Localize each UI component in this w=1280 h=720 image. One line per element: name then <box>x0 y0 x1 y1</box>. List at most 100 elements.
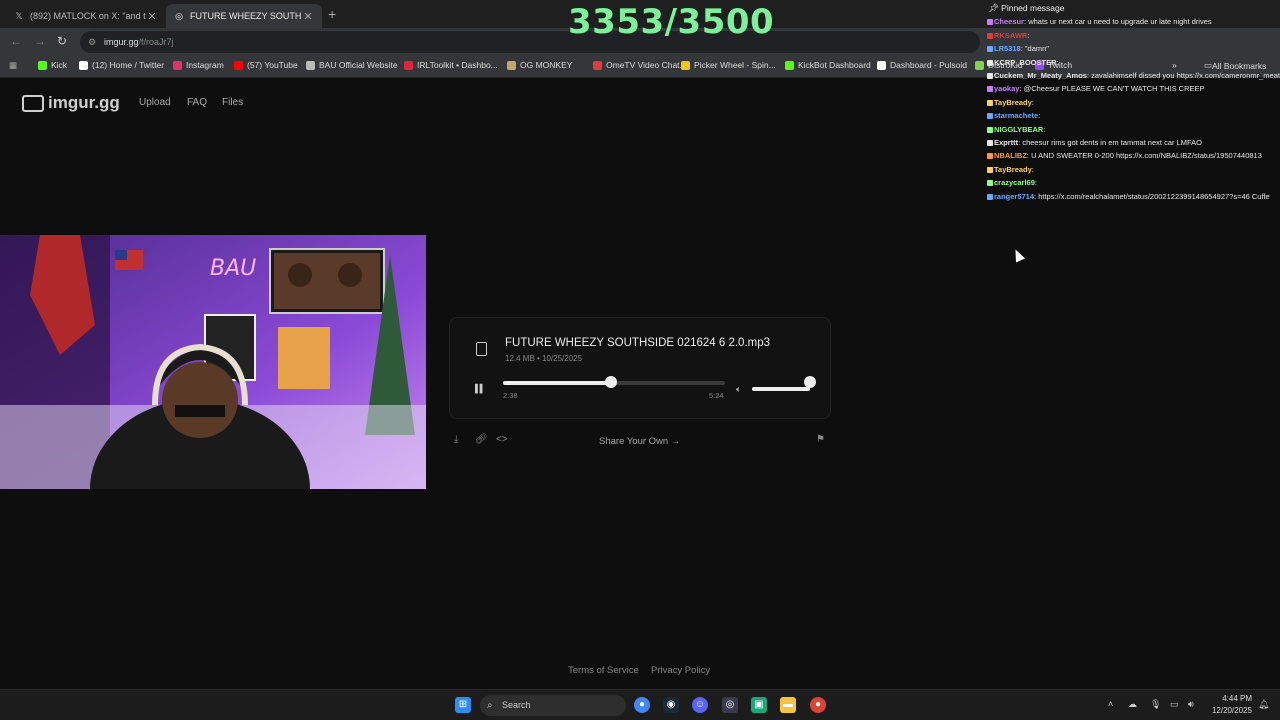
bookmark-favicon-icon <box>681 60 690 70</box>
nav-files[interactable]: Files <box>222 97 243 108</box>
volume-knob[interactable] <box>804 376 816 388</box>
chat-badge-icon <box>987 73 993 80</box>
chat-badge-icon <box>987 180 993 187</box>
chrome-icon[interactable]: ● <box>634 697 650 713</box>
file-explorer-icon[interactable]: ▬ <box>780 697 796 713</box>
onedrive-icon[interactable]: ☁ <box>1128 699 1137 710</box>
bookmark-item[interactable]: Kick <box>38 60 67 70</box>
chat-separator: : <box>1043 124 1046 134</box>
bookmark-item[interactable]: Instagram <box>173 60 224 70</box>
goal-counter: 3353/3500 <box>568 2 775 42</box>
chat-overlay: 📌︎ Pinned message Cheesur: whats ur next… <box>984 2 1280 227</box>
volume-track[interactable] <box>752 387 810 391</box>
discord-icon[interactable]: ☺ <box>692 697 708 713</box>
chat-badge-icon <box>987 46 993 53</box>
bookmark-item[interactable]: Picker Wheel - Spin... <box>681 60 776 70</box>
taskbar-clock[interactable]: 4:44 PM 12/20/2025 <box>1208 693 1252 717</box>
report-flag-icon[interactable]: ⚑ <box>816 434 825 445</box>
obs-icon[interactable]: ◎ <box>722 697 738 713</box>
bookmark-item[interactable]: IRLToolkit • Dashbo... <box>404 60 498 70</box>
pause-icon[interactable]: ▌▌ <box>475 384 485 393</box>
chat-username[interactable]: LR5318 <box>994 44 1021 53</box>
terms-link[interactable]: Terms of Service <box>568 665 639 676</box>
share-your-own-link[interactable]: Share Your Own → <box>599 436 680 447</box>
globe-icon: ◎ <box>175 11 183 21</box>
bookmark-item[interactable]: (57) YouTube <box>234 60 298 70</box>
chat-username[interactable]: Exprttt <box>994 138 1018 147</box>
windows-taskbar: ⊞ ⌕ Search ● ◉ ☺ ◎ ▣ ▬ ● ˄ ☁ 🎙︎ ▭ 🔊︎ 4:4… <box>0 689 1280 720</box>
apps-grid-icon[interactable]: ▦ <box>9 60 17 71</box>
current-time: 2:38 <box>503 391 518 400</box>
chat-text: cheesur rims got dents in em tammat next… <box>1022 138 1202 148</box>
bookmark-item[interactable]: (12) Home / Twitter <box>79 60 164 70</box>
chat-message-list: Cheesur: whats ur next car u need to upg… <box>984 15 1280 203</box>
chat-username[interactable]: yaokay <box>994 84 1019 93</box>
chat-badge-icon <box>987 59 993 66</box>
app-icon[interactable]: ▣ <box>751 697 767 713</box>
chat-username[interactable]: ranger5714 <box>994 192 1034 201</box>
bookmark-item[interactable]: BAU Official Website <box>306 60 398 70</box>
progress-knob[interactable] <box>605 376 618 388</box>
chat-username[interactable]: crazycarl69 <box>994 178 1035 187</box>
close-tab-icon[interactable]: ✕ <box>146 10 158 23</box>
download-icon[interactable]: ⤓ <box>454 434 458 445</box>
chat-separator: : <box>1034 178 1037 188</box>
chat-badge-icon <box>987 113 993 120</box>
forward-icon[interactable]: → <box>34 34 46 48</box>
network-icon[interactable]: ▭ <box>1170 699 1179 710</box>
reload-icon[interactable]: ↻ <box>57 34 67 48</box>
chat-badge-icon <box>987 126 993 133</box>
steam-icon[interactable]: ◉ <box>663 697 679 713</box>
clock-time: 4:44 PM <box>1222 694 1252 703</box>
site-info-icon[interactable]: ⚙ <box>88 31 96 53</box>
embed-code-icon[interactable]: <> <box>496 434 508 445</box>
chrome-active-icon[interactable]: ● <box>810 697 826 713</box>
taskbar-search[interactable]: ⌕ Search <box>480 695 626 716</box>
chat-username[interactable]: RKSAWR <box>994 31 1027 40</box>
chat-username[interactable]: TayBready <box>994 98 1032 107</box>
notifications-icon[interactable]: 🔔︎ <box>1258 699 1269 710</box>
svg-text:BAU: BAU <box>210 256 256 281</box>
nav-upload[interactable]: Upload <box>139 97 171 108</box>
tab-imgur-active[interactable]: ◎ FUTURE WHEEZY SOUTHSIDE ✕ <box>166 4 322 28</box>
chat-message: yaokay: @Cheesur PLEASE WE CAN'T WATCH T… <box>984 82 1280 95</box>
address-bar[interactable]: ⚙ imgur.gg/f/roaJr7j <box>80 31 980 53</box>
chat-badge-icon <box>987 32 993 39</box>
bookmark-item[interactable]: OmeTV Video Chat... <box>593 60 687 70</box>
bookmark-label: Kick <box>51 60 68 70</box>
chat-username[interactable]: Cheesur <box>994 17 1024 26</box>
nav-faq[interactable]: FAQ <box>187 97 207 108</box>
chat-username[interactable]: TayBready <box>994 165 1032 174</box>
chat-separator: : <box>1031 164 1034 174</box>
screen: 𝕏 (892) MATLOCK on X: "and that ✕ ◎ FUTU… <box>0 0 1280 720</box>
bookmark-item[interactable]: Dashboard - Pulsoid <box>877 60 967 70</box>
chat-username[interactable]: Cuckem_Mr_Meaty_Amos <box>994 71 1087 80</box>
bookmark-favicon-icon <box>507 60 516 70</box>
chat-message: Cheesur: whats ur next car u need to upg… <box>984 15 1280 28</box>
tray-chevron-icon[interactable]: ˄ <box>1108 699 1113 709</box>
chat-username[interactable]: starmachete <box>994 111 1038 120</box>
chat-badge-icon <box>987 19 993 26</box>
bookmark-item[interactable]: OG MONKEY <box>507 60 572 70</box>
site-logo[interactable]: imgur.gg <box>22 93 120 113</box>
close-tab-icon[interactable]: ✕ <box>302 10 314 23</box>
chat-username[interactable]: NBALIBZ <box>994 151 1027 160</box>
back-icon[interactable]: ← <box>10 34 22 48</box>
new-tab-icon[interactable]: + <box>328 6 336 22</box>
start-icon[interactable]: ⊞ <box>455 697 471 713</box>
privacy-link[interactable]: Privacy Policy <box>651 665 710 676</box>
volume-tray-icon[interactable]: 🔊︎ <box>1188 699 1194 710</box>
chat-username[interactable]: KCRP_BOOSTER <box>994 58 1057 67</box>
search-icon: ⌕ <box>487 700 493 711</box>
pinned-text: Pinned message <box>1001 3 1065 13</box>
chat-username[interactable]: NIGGLYBEAR <box>994 125 1043 134</box>
tab-x-matlock[interactable]: 𝕏 (892) MATLOCK on X: "and that ✕ <box>6 4 166 28</box>
webcam-scene: BAU <box>0 235 426 489</box>
microphone-icon[interactable]: 🎙︎ <box>1150 699 1161 710</box>
chat-badge-icon <box>987 140 993 147</box>
logo-text: imgur.gg <box>48 93 120 112</box>
volume-icon[interactable]: 🔈︎ <box>736 384 741 395</box>
chat-message: ranger5714: https://x.com/realchalamet/s… <box>984 190 1280 203</box>
bookmark-item[interactable]: KickBot Dashboard <box>785 60 871 70</box>
link-icon[interactable]: 🔗︎ <box>475 434 488 445</box>
